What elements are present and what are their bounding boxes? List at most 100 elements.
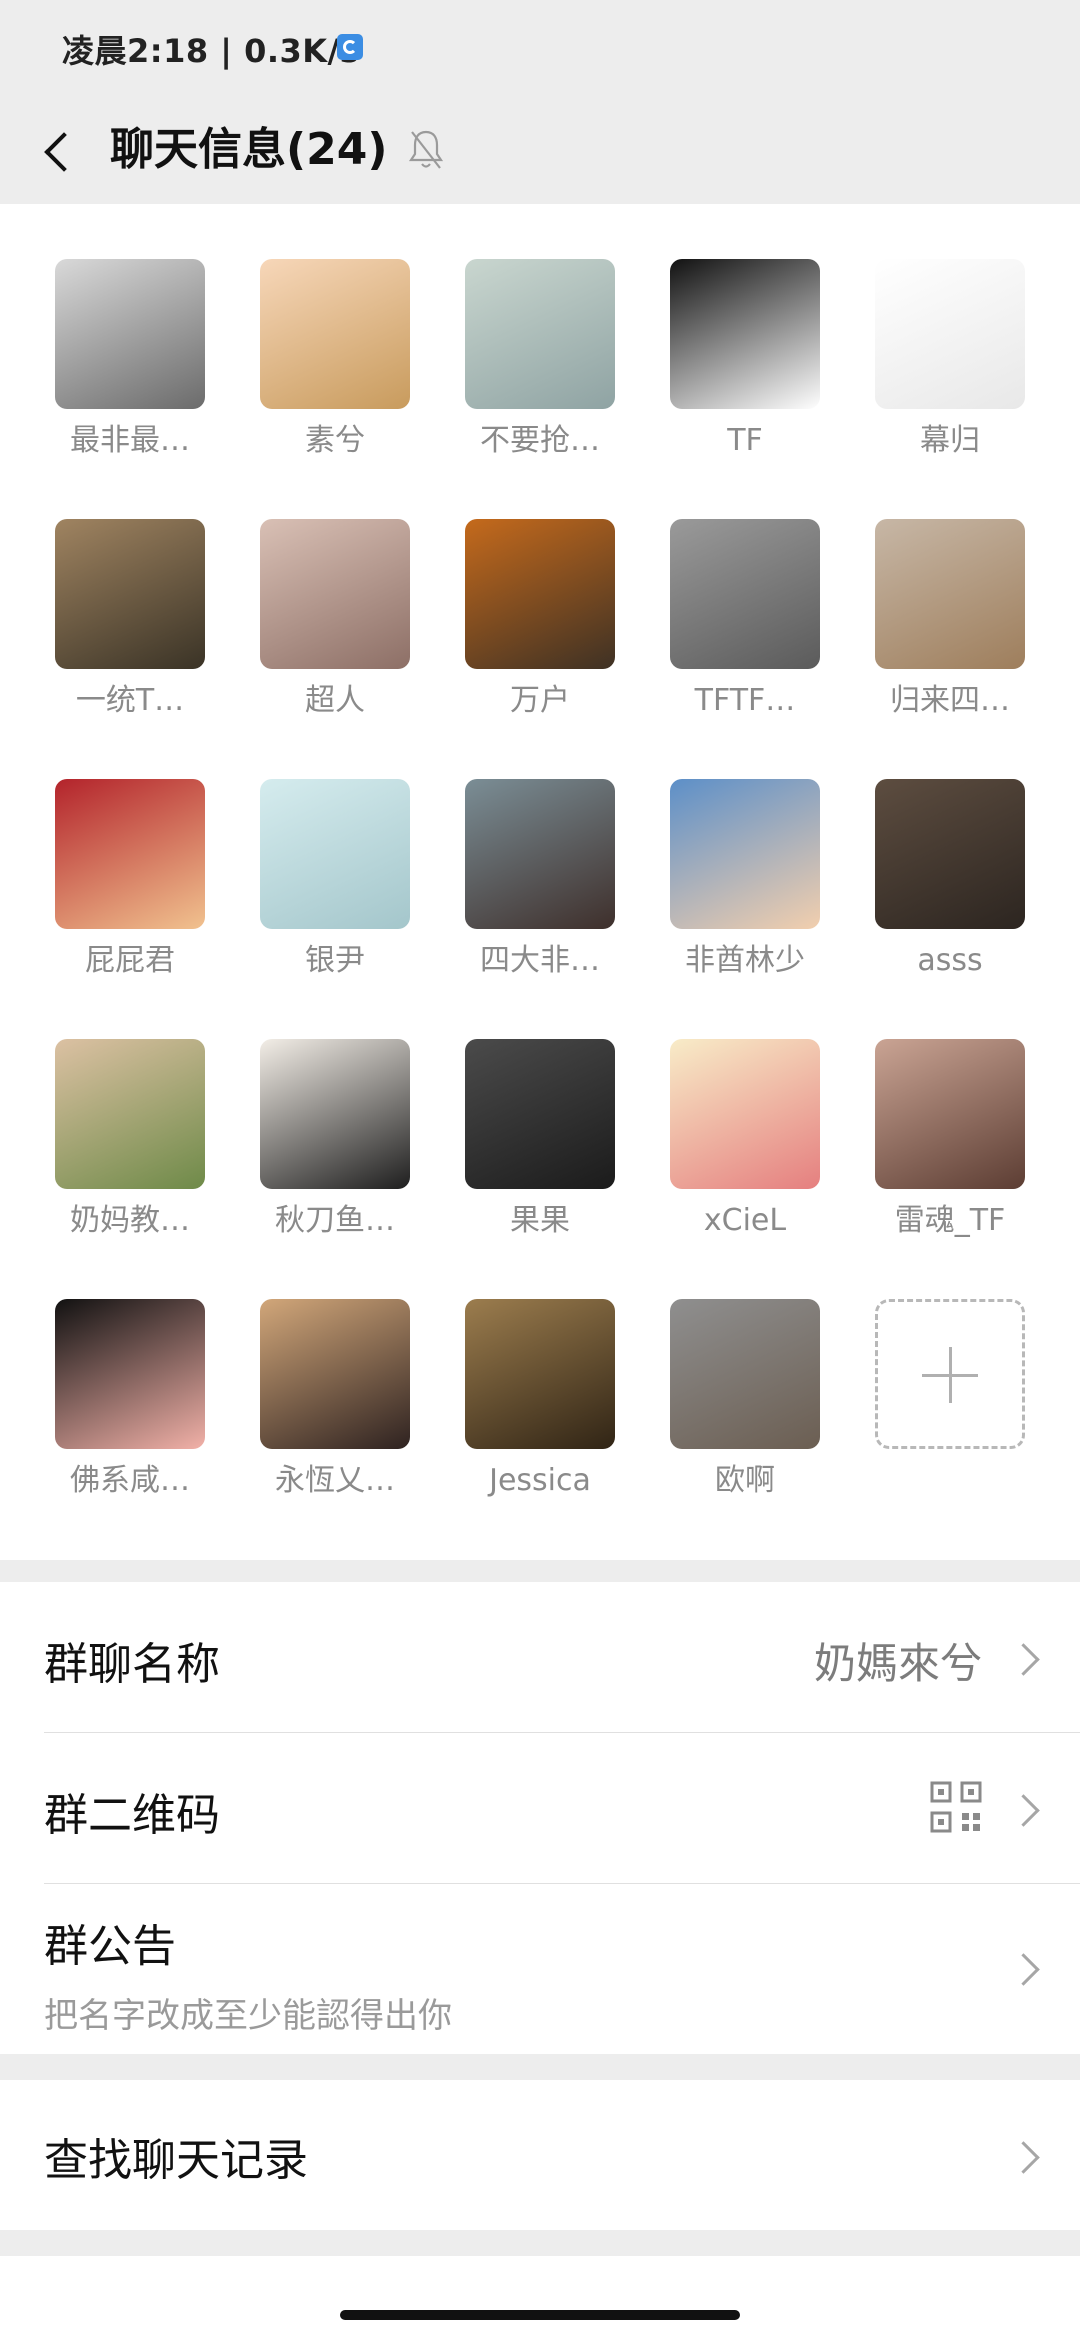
member-name: 一统T… (75, 683, 185, 718)
member-name: 不要抢… (480, 423, 600, 458)
member-item[interactable]: 超人 (255, 519, 415, 749)
group-name-value: 奶媽來兮 (813, 1639, 982, 1688)
sketch-boy-avatar (260, 519, 410, 669)
sunset-ruins-avatar (55, 519, 205, 669)
anime-girl-mouse-ears-avatar (260, 259, 410, 409)
excavator-avatar (465, 519, 615, 669)
mint-boy-avatar (260, 779, 410, 929)
group-notice-text: 把名字改成至少能認得出你 (44, 1996, 452, 2036)
member-item[interactable]: 一统T… (50, 519, 210, 749)
member-item[interactable]: 非酋林少 (665, 779, 825, 1009)
calligraphy-avatar (465, 259, 615, 409)
nav-bar: 聊天信息(24) (0, 96, 1080, 204)
member-name: asss (917, 943, 983, 978)
member-name: TFTF… (694, 683, 796, 718)
member-item[interactable]: 银尹 (255, 779, 415, 1009)
member-item[interactable]: 果果 (460, 1039, 620, 1269)
page-title: 聊天信息(24) (110, 124, 388, 175)
search-history-group: 查找聊天记录 (0, 2080, 1080, 2230)
crescent-moon-avatar (670, 519, 820, 669)
chevron-right-icon (1012, 1644, 1040, 1672)
member-item[interactable]: 归来四… (870, 519, 1030, 749)
home-indicator (340, 2310, 740, 2320)
member-name: 果果 (510, 1203, 570, 1238)
member-item[interactable]: asss (870, 779, 1030, 1009)
member-item[interactable]: 不要抢… (460, 259, 620, 489)
group-qr-label: 群二维码 (44, 1790, 220, 1841)
member-name: 归来四… (890, 683, 1010, 718)
member-item[interactable]: 雷魂_TF (870, 1039, 1030, 1269)
member-name: xCieL (703, 1203, 787, 1238)
members-grid: 最非最… 素兮 不要抢… TF 幕归一统T… 超人 万户 TFTF… 归来四… 屁屁君 银尹 四大非…… (0, 204, 1080, 1560)
back-button[interactable] (28, 112, 104, 188)
member-name: 秋刀鱼… (275, 1203, 395, 1238)
member-name: TF (727, 423, 763, 458)
member-name: 万户 (510, 683, 570, 718)
couple-photo-avatar (875, 1039, 1025, 1189)
round-mirror-avatar (465, 779, 615, 929)
member-item[interactable]: TF (665, 259, 825, 489)
member-item[interactable]: TFTF… (665, 519, 825, 749)
member-name: Jessica (489, 1463, 591, 1498)
add-member-button[interactable] (875, 1299, 1025, 1449)
group-qr-row[interactable]: 群二维码 (0, 1733, 1080, 1883)
ink-warrior-avatar (55, 259, 205, 409)
member-name: 超人 (305, 683, 365, 718)
browser-app-icon (337, 34, 363, 60)
chevron-right-icon (1012, 1954, 1040, 1982)
status-text: 凌晨2:18 | 0.3K/s (62, 32, 360, 70)
member-name: 非酋林少 (685, 943, 805, 978)
member-name: 永恆乂… (275, 1463, 395, 1498)
shiba-hat-avatar (875, 519, 1025, 669)
member-name: 素兮 (305, 423, 365, 458)
hat-glasses-man-avatar (260, 1039, 410, 1189)
member-item[interactable]: 欧啊 (665, 1299, 825, 1529)
tf-logo-avatar (670, 259, 820, 409)
member-item[interactable]: 秋刀鱼… (255, 1039, 415, 1269)
group-notice-row[interactable]: 群公告 把名字改成至少能認得出你 (0, 1884, 1080, 2054)
anime-girl-braid-avatar (260, 1299, 410, 1449)
member-item[interactable]: xCieL (665, 1039, 825, 1269)
member-name: 欧啊 (715, 1463, 775, 1498)
chevron-right-icon (1012, 1795, 1040, 1823)
member-item[interactable]: 永恆乂… (255, 1299, 415, 1529)
group-settings: 群聊名称 奶媽來兮 群二维码 群公告 把名字改成至少能認得出你 (0, 1582, 1080, 2054)
member-item[interactable]: 万户 (460, 519, 620, 749)
member-item[interactable]: 奶妈教… (50, 1039, 210, 1269)
member-name: 奶妈教… (70, 1203, 190, 1238)
member-item[interactable]: 幕归 (870, 259, 1030, 489)
steering-wheel-avatar (465, 1039, 615, 1189)
member-name: 屁屁君 (85, 943, 175, 978)
status-bar: 凌晨2:18 | 0.3K/s (0, 0, 1080, 96)
boy-walking-avatar (465, 1299, 615, 1449)
baby-sticker-avatar (670, 1039, 820, 1189)
mute-bell-icon (408, 130, 444, 169)
search-history-row[interactable]: 查找聊天记录 (0, 2080, 1080, 2230)
member-name: 银尹 (305, 943, 365, 978)
member-name: 雷魂_TF (894, 1203, 1006, 1238)
member-item[interactable]: 四大非… (460, 779, 620, 1009)
group-name-label: 群聊名称 (44, 1639, 220, 1690)
bottom-panel (0, 2256, 1080, 2340)
member-name: 最非最… (70, 423, 190, 458)
group-name-row[interactable]: 群聊名称 奶媽來兮 (0, 1582, 1080, 1732)
search-history-label: 查找聊天记录 (44, 2135, 308, 2186)
white-bunny-avatar (875, 259, 1025, 409)
member-item[interactable]: 素兮 (255, 259, 415, 489)
child-toy-car-avatar (55, 1039, 205, 1189)
boy-photo-avatar (875, 779, 1025, 929)
member-name: 幕归 (920, 423, 980, 458)
member-item[interactable]: Jessica (460, 1299, 620, 1529)
member-item[interactable]: 佛系咸… (50, 1299, 210, 1529)
chat-info-screen: 凌晨2:18 | 0.3K/s 聊天信息(24) 最非最… 素兮 不要抢… TF 幕归一… (0, 0, 1080, 2340)
qr-code-icon (930, 1781, 982, 1833)
member-name: 四大非… (480, 943, 600, 978)
member-item[interactable]: 最非最… (50, 259, 210, 489)
fist-flag-avatar (55, 1299, 205, 1449)
anime-boy-wink-avatar (670, 779, 820, 929)
group-notice-label: 群公告 (44, 1921, 176, 1972)
red-calligraphy-avatar (55, 779, 205, 929)
member-item[interactable]: 屁屁君 (50, 779, 210, 1009)
mountain-avatar (670, 1299, 820, 1449)
chevron-right-icon (1012, 2142, 1040, 2170)
